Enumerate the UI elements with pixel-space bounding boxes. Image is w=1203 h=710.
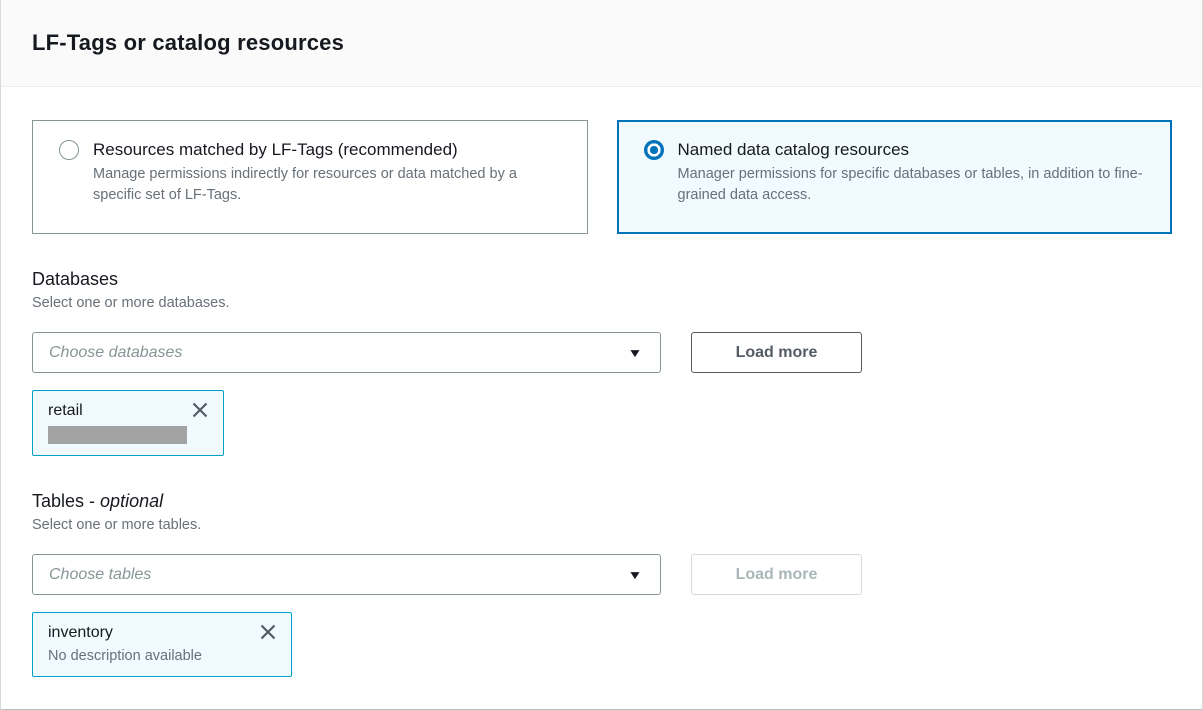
table-token-inventory: inventory No description available <box>32 612 292 677</box>
radio-selected-icon[interactable] <box>644 140 664 160</box>
tables-select-placeholder: Choose tables <box>49 566 151 584</box>
tables-field-row: Choose tables ▼ Load more <box>32 554 1172 595</box>
token-header: retail <box>48 399 211 422</box>
tile-title: Named data catalog resources <box>678 138 1148 162</box>
remove-database-token-button[interactable] <box>189 399 211 421</box>
token-name: inventory <box>48 621 113 644</box>
database-token-retail: retail <box>32 390 224 456</box>
tile-text: Resources matched by LF-Tags (recommende… <box>93 138 563 218</box>
token-description: No description available <box>48 647 279 666</box>
close-icon <box>259 623 277 641</box>
databases-label: Databases <box>32 268 1172 290</box>
databases-field-row: Choose databases ▼ Load more <box>32 332 1172 373</box>
databases-load-more-button[interactable]: Load more <box>691 332 862 373</box>
tile-resources-matched-by-lf-tags[interactable]: Resources matched by LF-Tags (recommende… <box>32 120 588 234</box>
tables-load-more-button[interactable]: Load more <box>691 554 862 595</box>
redacted-description-bar <box>48 426 187 444</box>
remove-table-token-button[interactable] <box>257 621 279 643</box>
token-name: retail <box>48 399 83 422</box>
token-header: inventory <box>48 621 279 644</box>
databases-hint: Select one or more databases. <box>32 294 1172 312</box>
close-icon <box>191 401 209 419</box>
tables-hint: Select one or more tables. <box>32 516 1172 534</box>
chevron-down-icon: ▼ <box>627 568 642 582</box>
tables-select[interactable]: Choose tables ▼ <box>32 554 661 595</box>
chevron-down-icon: ▼ <box>627 346 642 360</box>
tile-description: Manage permissions indirectly for resour… <box>93 164 563 206</box>
tables-label: Tables - optional <box>32 490 1172 512</box>
tile-description: Manager permissions for specific databas… <box>678 164 1148 206</box>
radio-unselected-icon[interactable] <box>59 140 79 160</box>
panel-title: LF-Tags or catalog resources <box>32 30 344 56</box>
tile-text: Named data catalog resources Manager per… <box>678 138 1148 218</box>
tables-label-text: Tables - <box>32 491 95 511</box>
resource-method-tiles: Resources matched by LF-Tags (recommende… <box>32 120 1172 234</box>
databases-select-placeholder: Choose databases <box>49 344 182 362</box>
databases-select[interactable]: Choose databases ▼ <box>32 332 661 373</box>
panel-content: Resources matched by LF-Tags (recommende… <box>1 120 1202 677</box>
tile-title: Resources matched by LF-Tags (recommende… <box>93 138 563 162</box>
panel-header: LF-Tags or catalog resources <box>1 0 1202 87</box>
lf-tags-catalog-resources-panel: LF-Tags or catalog resources Resources m… <box>0 0 1203 710</box>
tables-optional-label: optional <box>100 491 163 511</box>
tile-named-data-catalog-resources[interactable]: Named data catalog resources Manager per… <box>617 120 1173 234</box>
